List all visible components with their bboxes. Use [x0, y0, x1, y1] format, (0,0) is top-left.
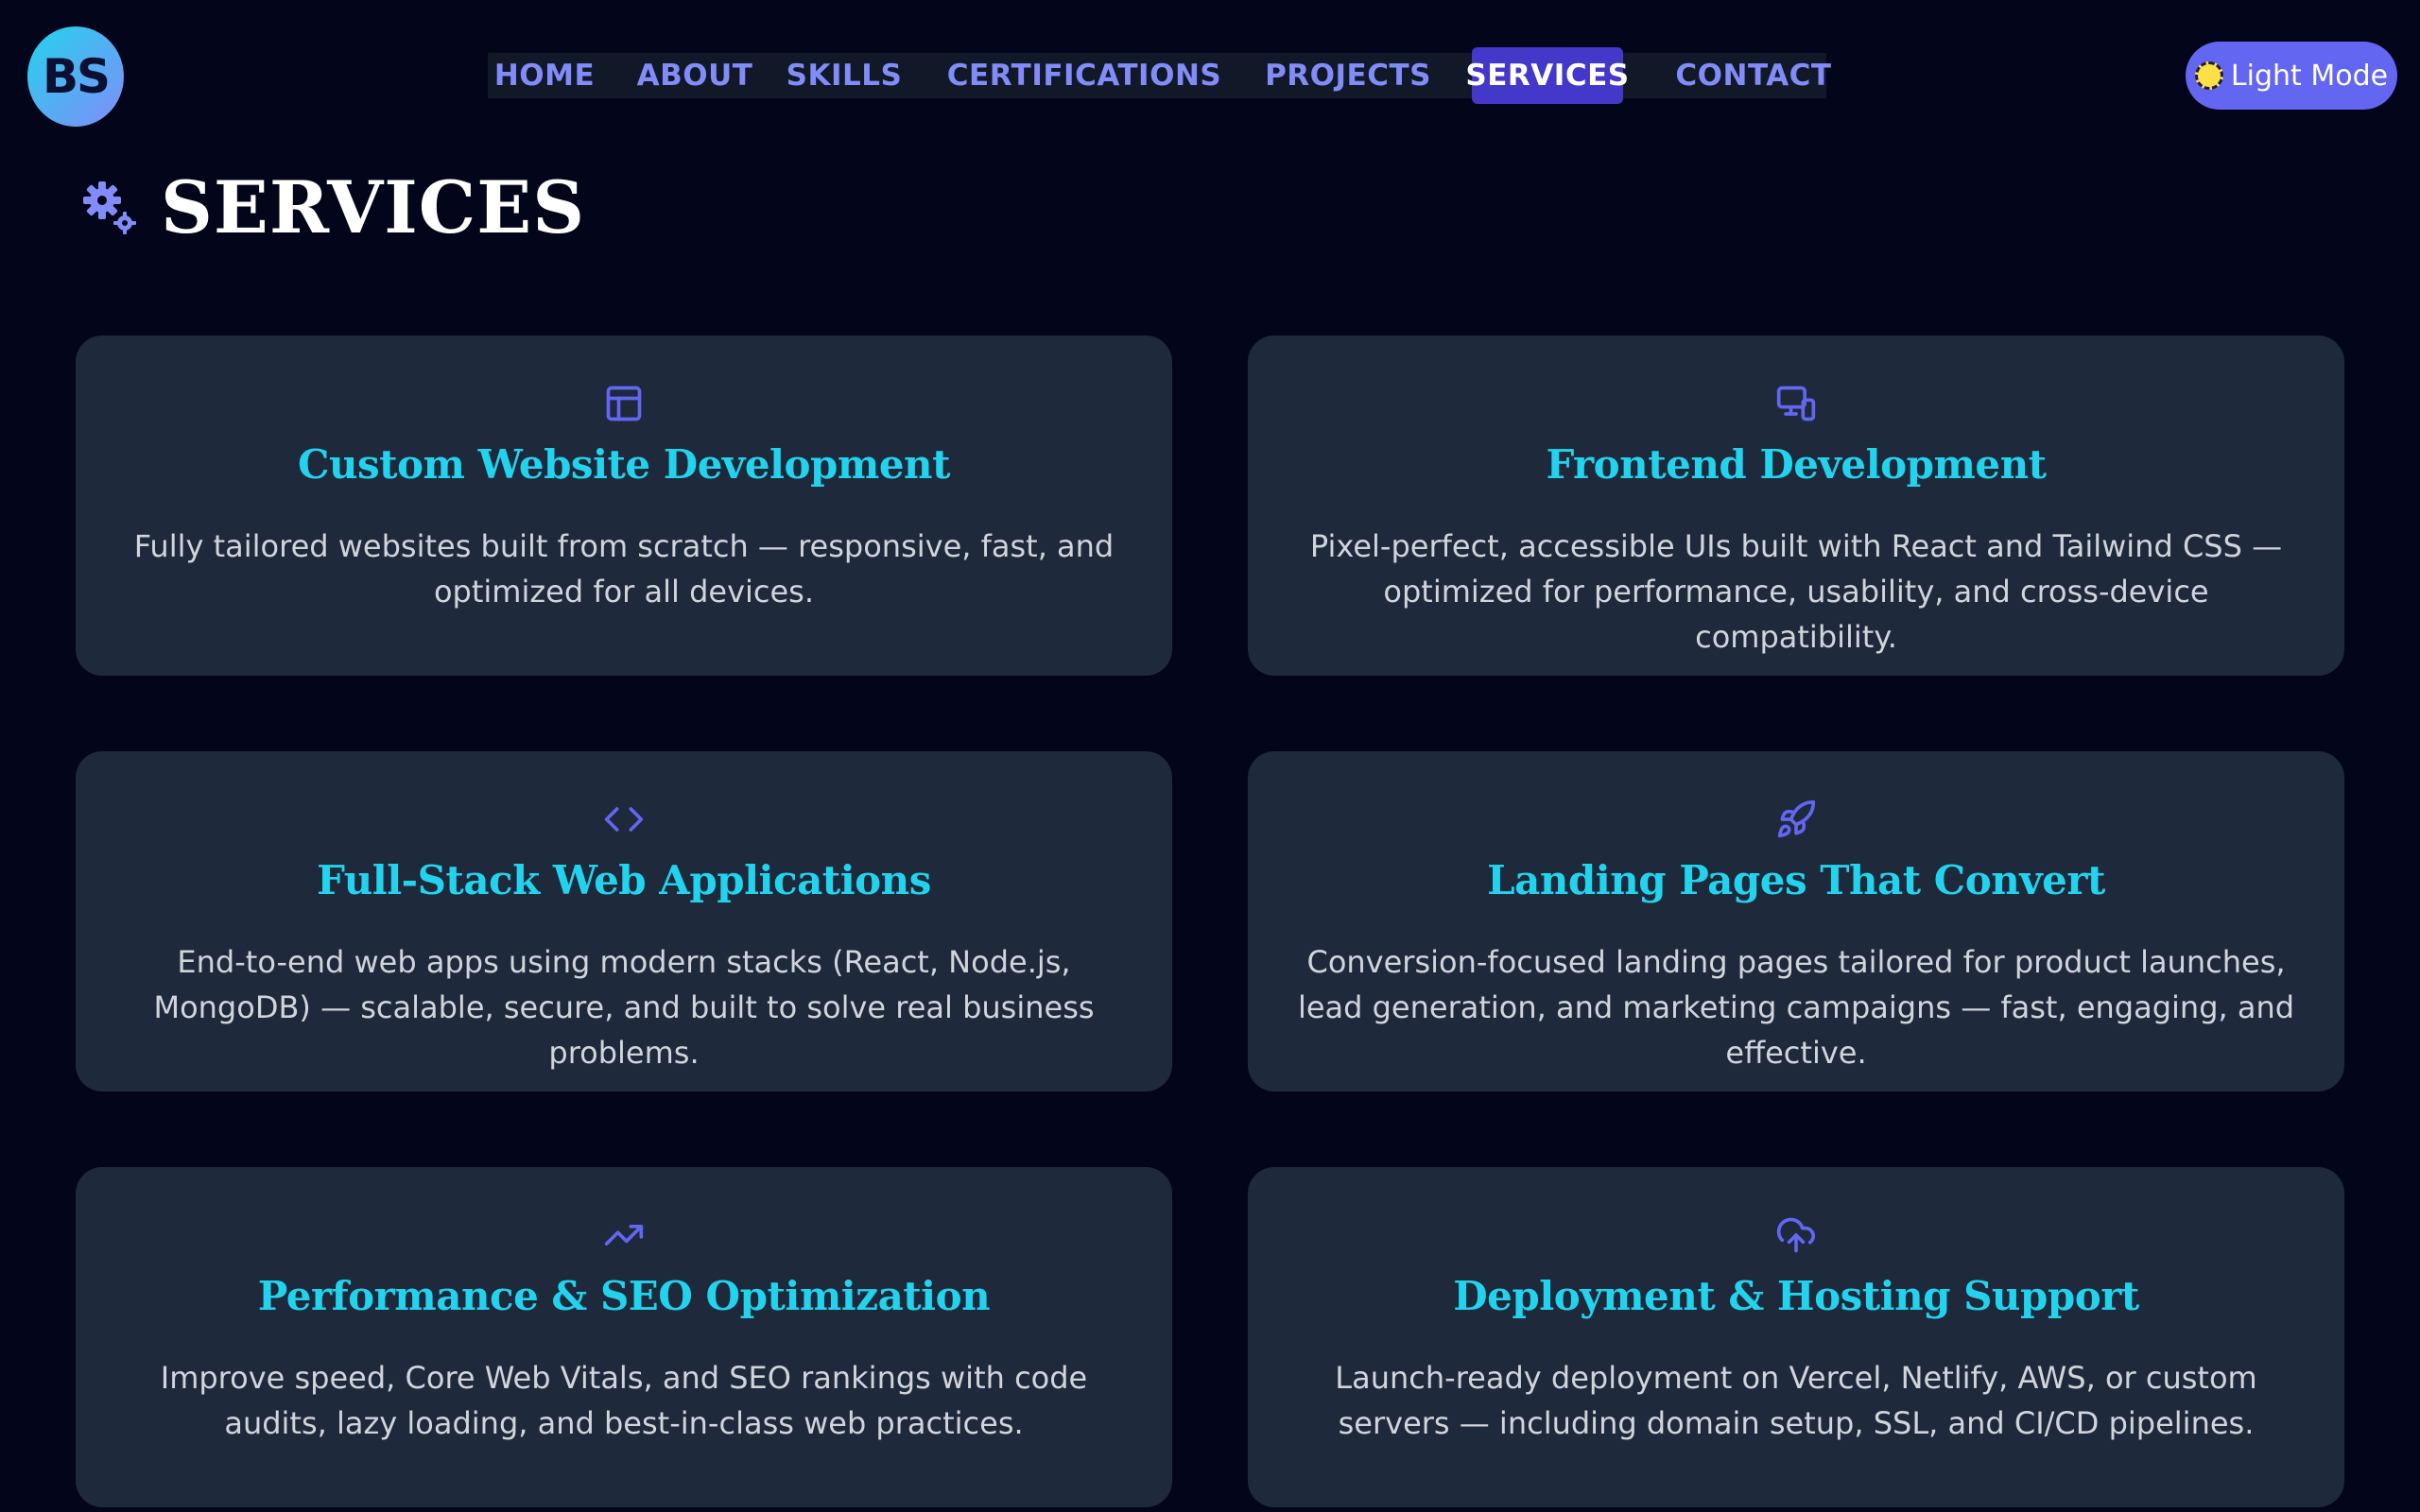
service-title: Full-Stack Web Applications — [317, 857, 931, 903]
service-description: Conversion-focused landing pages tailore… — [1297, 944, 2295, 1071]
service-card-deployment: Deployment & Hosting Support Launch-read… — [1248, 1167, 2344, 1507]
service-title: Landing Pages That Convert — [1487, 857, 2105, 903]
brand-logo-text: BS — [42, 49, 111, 104]
nav-item-home[interactable]: HOME — [488, 53, 601, 98]
nav-item-contact[interactable]: CONTACT — [1675, 53, 1831, 98]
code-icon — [604, 807, 644, 832]
service-card-frontend: Frontend Development Pixel-perfect, acce… — [1248, 335, 2344, 676]
service-description: End-to-end web apps using modern stacks … — [153, 944, 1095, 1071]
nav-item-about[interactable]: ABOUT — [635, 53, 754, 98]
service-description: Launch-ready deployment on Vercel, Netli… — [1335, 1360, 2257, 1441]
theme-toggle-button[interactable]: Light Mode — [2186, 42, 2397, 110]
sun-icon — [2194, 61, 2223, 90]
service-title: Performance & SEO Optimization — [257, 1273, 991, 1319]
devices-icon — [1776, 386, 1816, 421]
theme-toggle-label: Light Mode — [2230, 59, 2389, 93]
service-title: Deployment & Hosting Support — [1453, 1273, 2139, 1319]
cloud-upload-icon — [1776, 1217, 1815, 1253]
nav-item-certifications[interactable]: CERTIFICATIONS — [934, 53, 1235, 98]
rocket-icon — [1777, 799, 1816, 838]
layout-icon — [606, 386, 642, 421]
service-title: Frontend Development — [1546, 441, 2047, 488]
service-card-performance-seo: Performance & SEO Optimization Improve s… — [76, 1167, 1172, 1507]
gears-icon — [83, 180, 136, 234]
service-description: Pixel-perfect, accessible UIs built with… — [1309, 528, 2283, 655]
service-card-landing-pages: Landing Pages That Convert Conversion-fo… — [1248, 751, 2344, 1091]
service-card-custom-website: Custom Website Development Fully tailore… — [76, 335, 1172, 676]
nav-item-skills[interactable]: SKILLS — [786, 53, 902, 98]
brand-logo[interactable]: BS — [27, 26, 124, 127]
service-description: Fully tailored websites built from scrat… — [133, 528, 1115, 610]
nav-item-services[interactable]: SERVICES — [1465, 47, 1629, 104]
trending-up-icon — [604, 1225, 644, 1246]
main-nav: HOME ABOUT SKILLS CERTIFICATIONS PROJECT… — [488, 47, 1831, 104]
service-description: Improve speed, Core Web Vitals, and SEO … — [160, 1360, 1088, 1441]
section-heading: SERVICES — [79, 165, 585, 249]
nav-item-projects[interactable]: PROJECTS — [1265, 53, 1430, 98]
service-title: Custom Website Development — [298, 441, 950, 488]
service-card-full-stack: Full-Stack Web Applications End-to-end w… — [76, 751, 1172, 1091]
page-title: SERVICES — [161, 165, 586, 249]
